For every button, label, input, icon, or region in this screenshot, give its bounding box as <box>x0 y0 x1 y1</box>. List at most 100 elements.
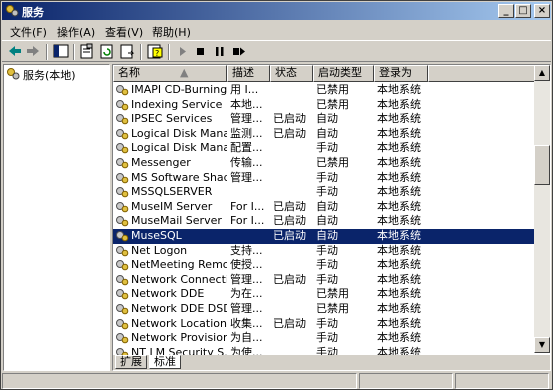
service-startup-type: 手动 <box>316 170 338 184</box>
status-cell-main <box>2 373 357 389</box>
service-name: Network Connections <box>131 272 227 286</box>
service-logon-as: 本地系统 <box>377 112 421 126</box>
column-header-status[interactable]: 状态 <box>270 65 313 82</box>
scroll-down-button[interactable]: ▼ <box>534 337 550 353</box>
service-logon-as: 本地系统 <box>377 141 421 155</box>
service-startup-type: 手动 <box>316 185 338 199</box>
maximize-button[interactable]: □ <box>515 4 531 18</box>
service-startup-type: 手动 <box>316 243 338 257</box>
export-list-icon[interactable] <box>118 43 136 60</box>
column-header-name[interactable]: 名称 ▲ <box>113 65 227 82</box>
service-row[interactable]: Network DDE DSDM管理... 已禁用 本地系统 <box>113 302 535 317</box>
tree-node-label: 服务(本地) <box>23 69 76 82</box>
service-status: 已启动 <box>273 112 306 126</box>
menu-file[interactable]: 文件(F) <box>10 24 47 40</box>
service-row[interactable]: Network DDE 为在... 已禁用 本地系统 <box>113 287 535 302</box>
minimize-button[interactable]: _ <box>498 4 514 18</box>
service-gear-icon <box>116 143 129 154</box>
service-gear-icon <box>116 216 129 227</box>
service-row[interactable]: Network Location A...收集... 已启动手动 本地系统 <box>113 317 535 332</box>
properties-icon[interactable] <box>78 43 96 60</box>
service-row[interactable]: Network Connections管理... 已启动手动 本地系统 <box>113 273 535 288</box>
service-status: 已启动 <box>273 229 306 242</box>
show-hide-tree-icon[interactable] <box>52 43 70 60</box>
menu-help[interactable]: 帮助(H) <box>152 24 191 40</box>
service-startup-type: 自动 <box>316 199 338 213</box>
service-status: 已启动 <box>273 272 306 286</box>
tab-standard[interactable]: 标准 <box>149 355 181 369</box>
title-bar[interactable]: 服务 _ □ × <box>2 2 551 20</box>
service-row[interactable]: MuseMail Server For I... 已启动 自动 本地系统 <box>113 214 535 229</box>
service-name: Network Location A... <box>131 316 227 330</box>
scroll-thumb[interactable] <box>534 145 550 185</box>
service-gear-icon <box>116 304 129 315</box>
service-description: 为在... <box>230 287 263 301</box>
vertical-scrollbar[interactable]: ▲ ▼ <box>534 65 550 353</box>
service-startup-type: 已禁用 <box>316 302 349 315</box>
service-row[interactable]: Logical Disk Manage...配置... 手动 本地系统 <box>113 141 535 156</box>
forward-arrow-icon[interactable] <box>24 43 42 60</box>
scroll-up-button[interactable]: ▲ <box>534 65 550 81</box>
service-logon-as: 本地系统 <box>377 302 421 315</box>
back-arrow-icon[interactable] <box>6 43 24 60</box>
service-logon-as: 本地系统 <box>377 156 421 169</box>
service-gear-icon <box>116 128 129 140</box>
service-description: 管理... <box>230 272 263 286</box>
service-gear-icon <box>116 201 129 213</box>
service-row[interactable]: IMAPI CD-Burning C...用 I... 已禁用 本地系统 <box>113 83 535 98</box>
service-startup-type: 手动 <box>316 331 338 345</box>
svg-text:?: ? <box>155 49 159 58</box>
service-startup-type: 手动 <box>316 258 338 272</box>
tab-extended[interactable]: 扩展 <box>115 355 147 369</box>
service-row[interactable]: Net Logon 支持... 手动 本地系统 <box>113 244 535 259</box>
service-logon-as: 本地系统 <box>377 97 421 111</box>
service-row[interactable]: MSSQLSERVER 手动 本地系统 <box>113 185 535 200</box>
column-header-logon-as[interactable]: 登录为 <box>374 65 428 82</box>
service-startup-type: 自动 <box>316 214 338 228</box>
column-header-startup-type[interactable]: 启动类型 <box>313 65 374 82</box>
service-gear-icon <box>116 333 129 344</box>
service-logon-as: 本地系统 <box>377 83 421 96</box>
service-gear-icon <box>116 289 129 300</box>
toolbar-separator <box>46 44 48 60</box>
service-description: 管理... <box>230 302 263 315</box>
services-list: 名称▲ 描述 状态 启动类型 登录为 IMAPI CD-Burning C...… <box>112 64 551 371</box>
service-row[interactable]: Indexing Service 本地... 已禁用 本地系统 <box>113 98 535 113</box>
service-row[interactable]: MS Software Shado...管理... 手动 本地系统 <box>113 171 535 186</box>
service-gear-icon <box>116 85 129 96</box>
toolbar-separator <box>140 44 142 60</box>
service-row[interactable]: MuseIM Server For I... 已启动 自动 本地系统 <box>113 200 535 215</box>
service-name: MS Software Shado... <box>131 170 227 184</box>
help-icon[interactable]: ? <box>146 43 164 60</box>
service-logon-as: 本地系统 <box>377 170 421 184</box>
refresh-icon[interactable] <box>98 43 116 60</box>
tree-pane: 服务(本地) <box>3 64 110 371</box>
service-name: NetMeeting Remote... <box>131 258 227 272</box>
column-header-description[interactable]: 描述 <box>227 65 270 82</box>
services-gear-icon <box>6 5 19 17</box>
service-description: 监测... <box>230 126 263 140</box>
service-startup-type: 自动 <box>316 126 338 140</box>
service-logon-as: 本地系统 <box>377 272 421 286</box>
close-button[interactable]: × <box>534 4 550 18</box>
service-logon-as: 本地系统 <box>377 199 421 213</box>
stop-service-icon[interactable] <box>192 43 210 60</box>
service-logon-as: 本地系统 <box>377 126 421 140</box>
service-row[interactable]: Messenger 传输... 已禁用 本地系统 <box>113 156 535 171</box>
service-row[interactable]: MuseSQL 已启动 自动 本地系统 <box>113 229 535 244</box>
service-startup-type: 已禁用 <box>316 97 349 111</box>
pause-service-icon[interactable] <box>211 43 229 60</box>
restart-service-icon[interactable] <box>230 43 248 60</box>
service-row[interactable]: Logical Disk Manager监测... 已启动自动 本地系统 <box>113 127 535 142</box>
service-row[interactable]: NetMeeting Remote...使授... 手动 本地系统 <box>113 258 535 273</box>
menu-view[interactable]: 查看(V) <box>105 24 143 40</box>
service-row[interactable]: Network Provisionin...为自... 手动 本地系统 <box>113 331 535 346</box>
service-startup-type: 手动 <box>316 141 338 155</box>
service-startup-type: 已禁用 <box>316 156 349 169</box>
service-row[interactable]: IPSEC Services 管理... 已启动 自动 本地系统 <box>113 112 535 127</box>
service-description: 本地... <box>230 97 263 111</box>
menu-action[interactable]: 操作(A) <box>57 24 95 40</box>
service-name: Messenger <box>131 156 191 169</box>
start-service-icon[interactable] <box>174 43 192 60</box>
service-startup-type: 自动 <box>316 229 338 242</box>
